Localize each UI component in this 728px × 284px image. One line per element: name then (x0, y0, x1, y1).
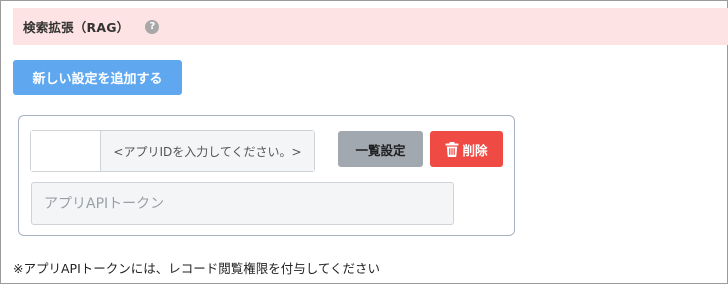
permission-note: ※アプリAPIトークンには、レコード閲覧権限を付与してください (13, 261, 381, 276)
app-id-input[interactable] (31, 131, 101, 171)
delete-button-label: 削除 (462, 142, 488, 158)
add-setting-button[interactable]: 新しい設定を追加する (13, 60, 182, 95)
trash-icon (445, 141, 459, 157)
section-header: 検索拡張（RAG） ? (13, 8, 728, 45)
bulk-settings-button[interactable]: 一覧設定 (338, 131, 423, 167)
rag-setting-card: <アプリIDを入力してください。> 一覧設定 削除 (18, 115, 515, 236)
delete-button[interactable]: 削除 (430, 131, 503, 167)
app-id-hint: <アプリIDを入力してください。> (101, 131, 314, 171)
api-token-input[interactable] (31, 182, 454, 225)
section-title: 検索拡張（RAG） (23, 20, 130, 35)
settings-panel: 検索拡張（RAG） ? 新しい設定を追加する <アプリIDを入力してください。>… (0, 0, 728, 284)
help-icon[interactable]: ? (145, 19, 160, 34)
app-id-field-group: <アプリIDを入力してください。> (30, 130, 315, 172)
